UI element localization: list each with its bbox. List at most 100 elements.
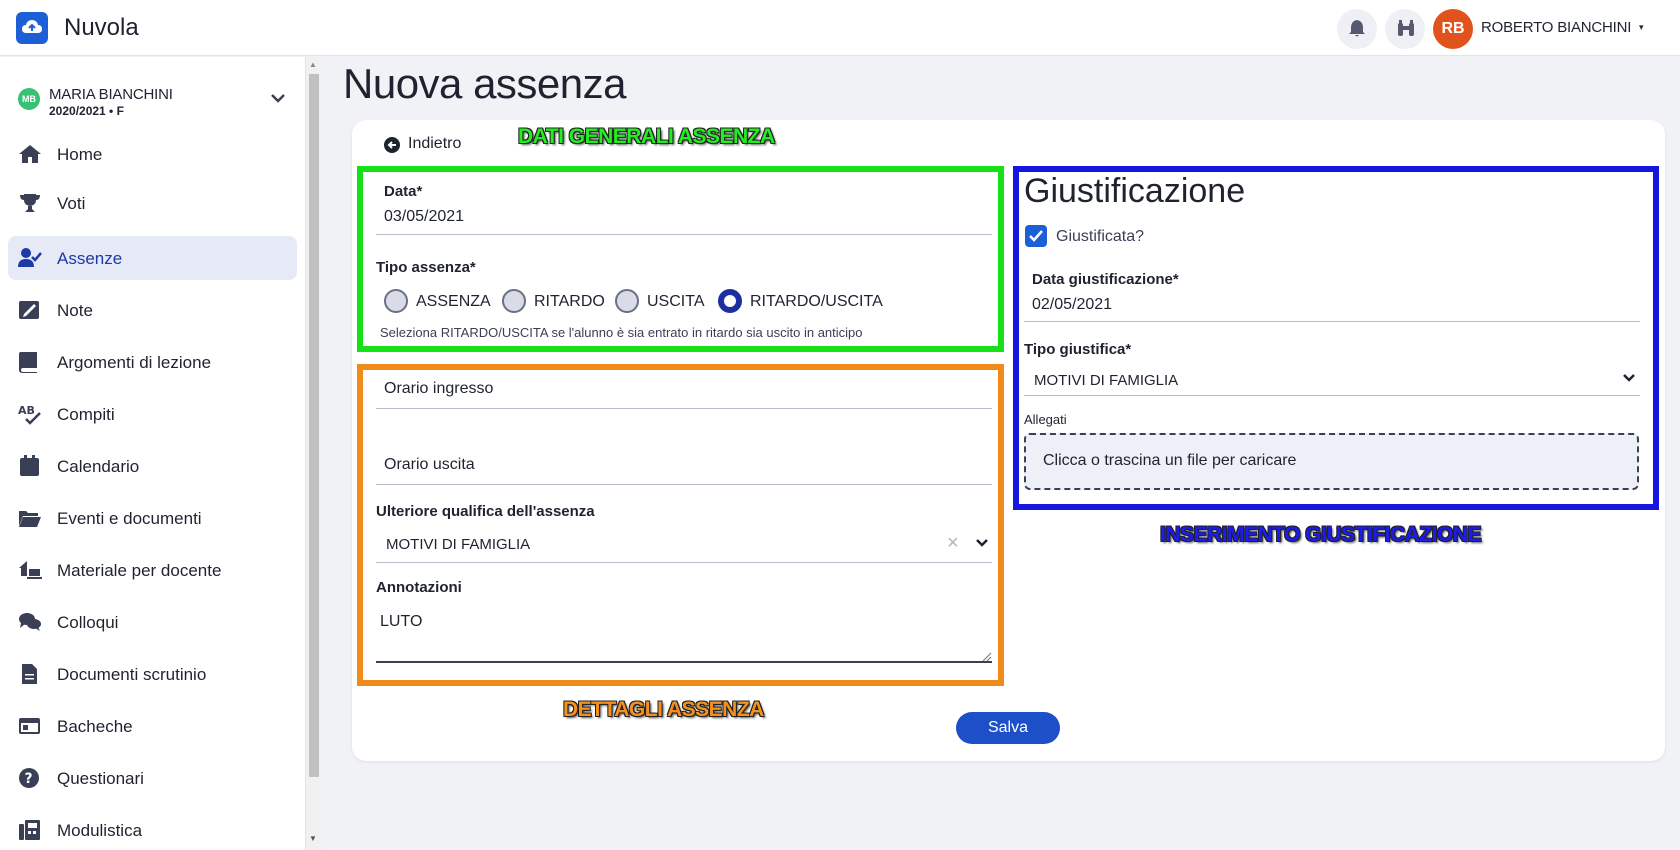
notes-label: Annotazioni <box>376 579 462 596</box>
sidebar-item-label: Calendario <box>57 457 140 476</box>
trophy-icon <box>20 194 40 212</box>
chevron-down-icon[interactable] <box>270 92 286 104</box>
home-icon <box>19 145 41 163</box>
clear-selection-icon[interactable]: × <box>947 532 959 555</box>
date-label: Data* <box>384 183 423 200</box>
justification-type-underline <box>1024 395 1640 396</box>
spellcheck-icon: AB <box>18 404 41 425</box>
sidebar-item-argomenti[interactable]: Argomenti di lezione <box>8 340 297 384</box>
user-menu-caret-icon[interactable]: ▾ <box>1639 22 1644 33</box>
justification-date-label: Data giustificazione* <box>1032 271 1179 288</box>
sidebar-item-label: Eventi e documenti <box>57 509 202 528</box>
absence-type-label: Tipo assenza* <box>376 259 476 276</box>
radio-label-ritardo[interactable]: RITARDO <box>534 293 605 311</box>
notifications-bell-icon[interactable] <box>1337 9 1377 49</box>
radio-ritardo-uscita[interactable] <box>718 289 742 313</box>
sidebar-item-label: Colloqui <box>57 613 119 632</box>
student-avatar: MB <box>18 88 40 110</box>
date-field-underline <box>376 234 992 235</box>
note-icon <box>19 301 39 319</box>
sidebar-item-label: Documenti scrutinio <box>57 665 207 684</box>
radio-label-assenza[interactable]: ASSENZA <box>416 293 491 311</box>
file-icon <box>22 664 37 684</box>
board-icon <box>19 718 40 734</box>
sidebar-item-note[interactable]: Note <box>8 288 297 332</box>
student-name: MARIA BIANCHINI <box>49 86 173 103</box>
arrow-left-circle-icon <box>384 137 400 153</box>
sidebar-item-label: Assenze <box>57 249 123 268</box>
exit-time-underline <box>376 484 992 485</box>
back-label: Indietro <box>408 135 462 152</box>
student-selector[interactable]: MB MARIA BIANCHINI 2020/2021 • F <box>18 86 288 126</box>
question-icon: ? <box>19 768 39 788</box>
sidebar-scrollbar-thumb[interactable] <box>309 74 319 777</box>
justification-date-underline <box>1024 321 1640 322</box>
sidebar-item-label: Argomenti di lezione <box>57 353 212 372</box>
app-name: Nuvola <box>64 14 139 41</box>
radio-label-ritardo-uscita[interactable]: RITARDO/USCITA <box>750 293 883 311</box>
chevron-down-icon[interactable] <box>975 538 989 548</box>
sidebar-item-compiti[interactable]: AB Compiti <box>8 392 297 436</box>
attachments-label: Allegati <box>1024 412 1067 427</box>
qualifier-underline <box>376 562 992 563</box>
top-bar: Nuvola RB ROBERTO BIANCHINI ▾ <box>0 0 1680 56</box>
annotation-general-data: DATI GENERALI ASSENZA <box>518 125 775 148</box>
nuvola-logo-icon[interactable] <box>16 12 48 44</box>
divider <box>1231 512 1526 520</box>
sidebar-item-voti[interactable]: Voti <box>8 181 297 225</box>
annotation-details: DETTAGLI ASSENZA <box>563 698 764 721</box>
sidebar-item-bacheche[interactable]: Bacheche <box>8 704 297 748</box>
file-dropzone[interactable]: Clicca o trascina un file per caricare <box>1024 433 1639 490</box>
radio-ritardo[interactable] <box>502 289 526 313</box>
scroll-up-arrow-icon[interactable]: ▲ <box>309 60 317 69</box>
radio-label-uscita[interactable]: USCITA <box>647 293 704 311</box>
notes-underline <box>376 661 992 663</box>
justified-checkbox[interactable] <box>1025 225 1047 247</box>
comments-icon <box>19 613 41 631</box>
page-title: Nuova assenza <box>343 60 627 107</box>
sidebar-item-label: Home <box>57 145 103 164</box>
sidebar-item-label: Materiale per docente <box>57 561 222 580</box>
sidebar-item-modulistica[interactable]: Modulistica <box>8 808 297 850</box>
house-laptop-icon <box>19 561 42 579</box>
student-year: 2020/2021 • F <box>49 104 124 118</box>
folder-icon <box>19 511 41 527</box>
qualifier-select[interactable]: MOTIVI DI FAMIGLIA <box>386 536 530 553</box>
sidebar-item-eventi[interactable]: Eventi e documenti <box>8 496 297 540</box>
calendar-icon <box>20 455 39 476</box>
save-button[interactable]: Salva <box>956 712 1060 744</box>
exit-time-field[interactable]: Orario uscita <box>384 456 475 474</box>
justified-checkbox-label[interactable]: Giustificata? <box>1056 228 1144 246</box>
justification-type-select[interactable]: MOTIVI DI FAMIGLIA <box>1034 372 1178 389</box>
sidebar-item-calendario[interactable]: Calendario <box>8 444 297 488</box>
user-name[interactable]: ROBERTO BIANCHINI <box>1481 19 1631 36</box>
sidebar-item-label: Note <box>57 301 93 320</box>
annotation-justification: INSERIMENTO GIUSTIFICAZIONE <box>1160 523 1481 546</box>
binoculars-icon[interactable] <box>1385 9 1425 49</box>
scroll-down-arrow-icon[interactable]: ▼ <box>309 834 317 843</box>
sidebar-item-home[interactable]: Home <box>8 132 297 176</box>
entry-time-field[interactable]: Orario ingresso <box>384 380 493 398</box>
svg-text:AB: AB <box>18 404 35 417</box>
sidebar-item-materiale[interactable]: Materiale per docente <box>8 548 297 592</box>
sidebar-item-colloqui[interactable]: Colloqui <box>8 600 297 644</box>
date-field[interactable]: 03/05/2021 <box>384 208 464 226</box>
book-icon <box>19 352 37 373</box>
chevron-down-icon[interactable] <box>1622 373 1636 383</box>
user-avatar[interactable]: RB <box>1433 9 1473 49</box>
justification-date-field[interactable]: 02/05/2021 <box>1032 296 1112 314</box>
notes-textarea[interactable]: LUTO <box>380 613 422 631</box>
radio-assenza[interactable] <box>384 289 408 313</box>
sidebar-item-assenze[interactable]: Assenze <box>8 236 297 280</box>
sidebar-item-questionari[interactable]: ? Questionari <box>8 756 297 800</box>
sidebar-item-label: Bacheche <box>57 717 133 736</box>
details-highlight-box <box>357 364 1004 686</box>
radio-uscita[interactable] <box>615 289 639 313</box>
user-check-icon <box>18 248 42 267</box>
justification-type-label: Tipo giustifica* <box>1024 341 1132 358</box>
sidebar-item-documenti[interactable]: Documenti scrutinio <box>8 652 297 696</box>
fax-icon <box>19 820 40 840</box>
sidebar-item-label: Compiti <box>57 405 115 424</box>
check-icon <box>1029 230 1043 242</box>
sidebar-item-label: Questionari <box>57 769 144 788</box>
